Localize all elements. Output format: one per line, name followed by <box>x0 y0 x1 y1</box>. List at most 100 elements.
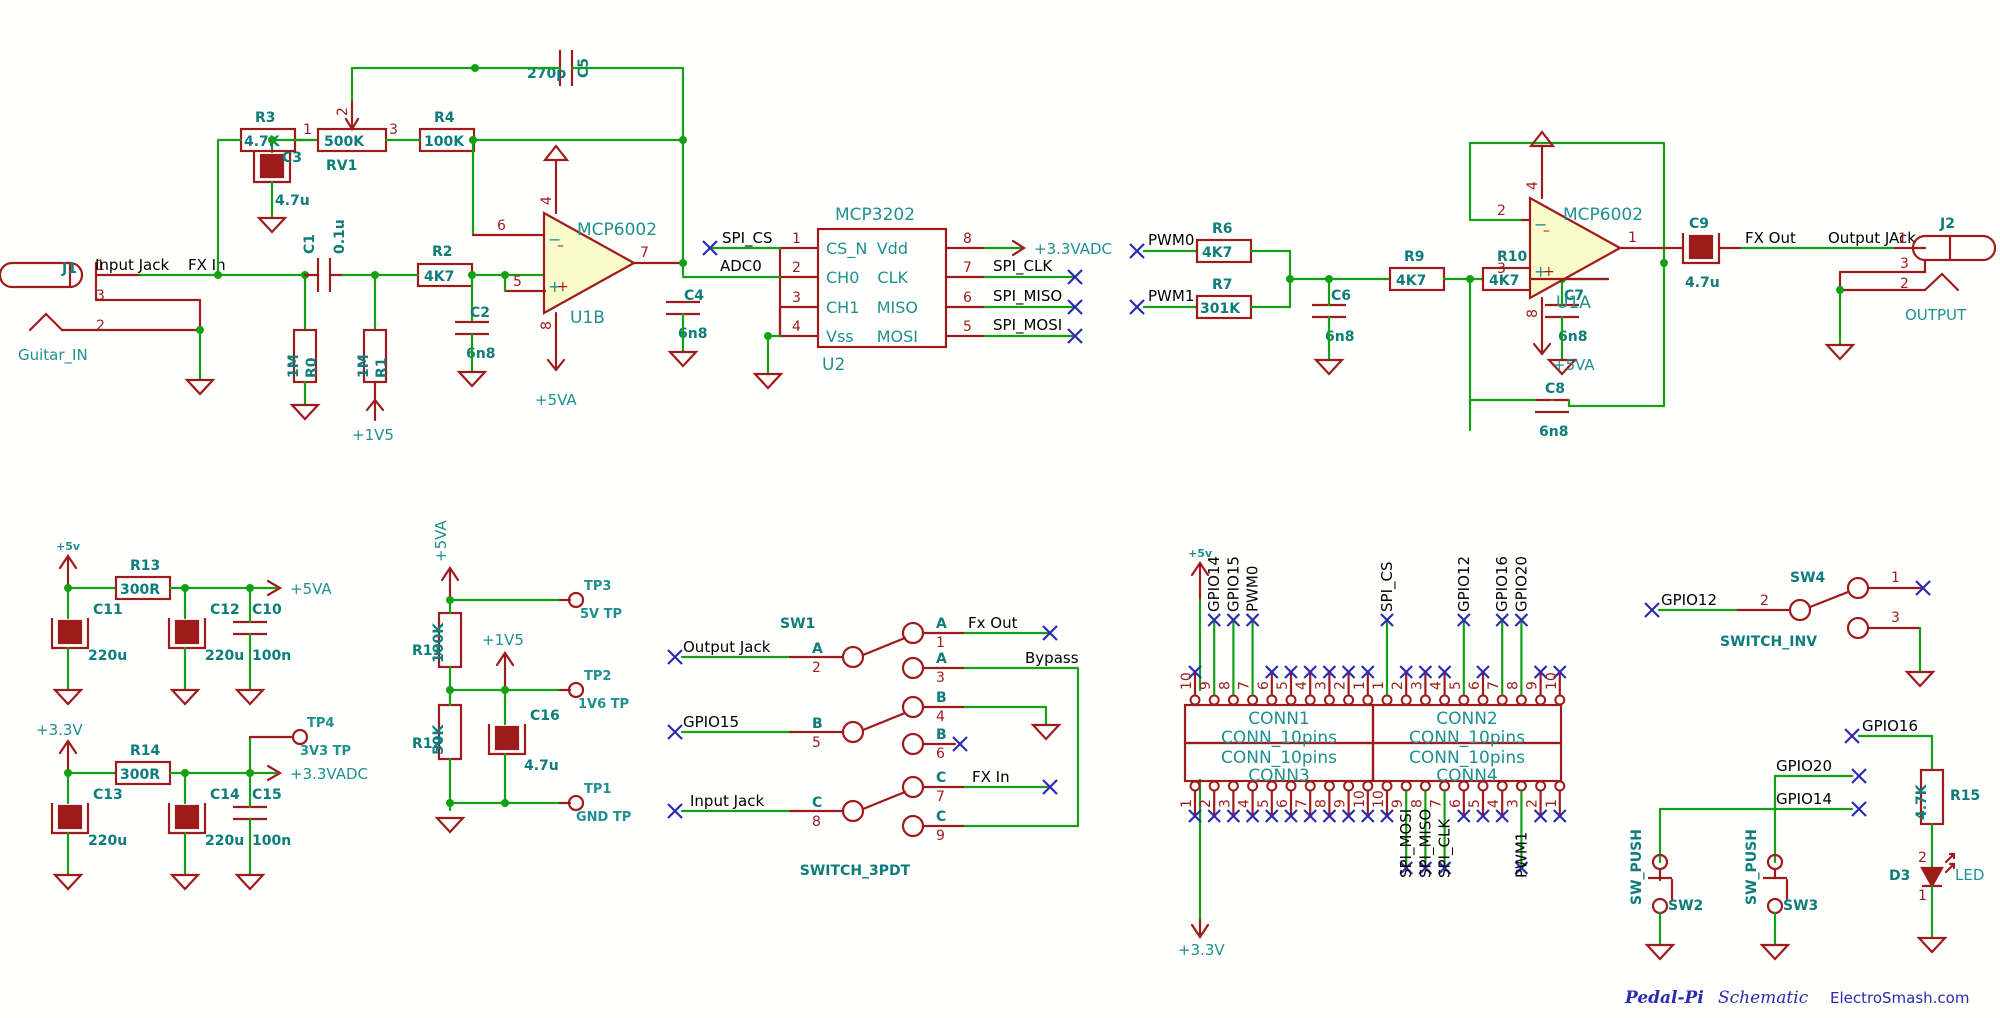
conn-pin-top[interactable] <box>1496 694 1508 706</box>
conn-pin-top[interactable] <box>1227 694 1239 706</box>
conn-pin-bottom[interactable] <box>1419 780 1431 792</box>
sw1-pole-b: B <box>812 716 823 732</box>
invert-switch-group[interactable]: GPIO12 2 SW4 SWITCH_INV 1 3 <box>1644 570 1935 688</box>
conn-pin-bottom[interactable] <box>1189 780 1201 792</box>
sw1-terminal-5[interactable] <box>841 720 865 744</box>
gnd-symbol-sw3 <box>1760 943 1790 961</box>
sw1-out-pole-b4: B <box>936 690 947 706</box>
conn-pin-number-bottom: 8 <box>1409 799 1425 808</box>
conn-pin-number-top: 9 <box>1198 681 1214 690</box>
testpoint-tp3[interactable]: TP3 5V TP <box>558 579 622 622</box>
conn-pin-top[interactable] <box>1362 694 1374 706</box>
u1b-in-marker-b: + <box>557 279 569 295</box>
sw1-terminal-9[interactable] <box>901 814 925 838</box>
conn-pin-top[interactable] <box>1477 694 1489 706</box>
conn-pin-bottom[interactable] <box>1227 780 1239 792</box>
conn-pin-top[interactable] <box>1554 694 1566 706</box>
conn-pin-bottom[interactable] <box>1208 780 1220 792</box>
u2-pinname-clk: CLK <box>877 268 908 287</box>
conn-pin-top[interactable] <box>1400 694 1412 706</box>
gnd-symbol-d3 <box>1917 936 1947 954</box>
sw1-out-pole-c9: C <box>936 809 946 825</box>
conn-pin-bottom[interactable] <box>1323 780 1335 792</box>
u2-pin-5: 5 <box>963 319 972 335</box>
u1a-part: MCP6002 <box>1563 205 1643 225</box>
conn-pin-bottom[interactable] <box>1381 780 1393 792</box>
conn-pin-number-top: 6 <box>1256 681 1272 690</box>
conn-pin-top[interactable] <box>1458 694 1470 706</box>
conn-pin-top[interactable] <box>1439 694 1451 706</box>
sw1-terminal-1[interactable] <box>901 621 925 645</box>
sw1-terminal-6[interactable] <box>901 732 925 756</box>
conn-pin-top[interactable] <box>1208 694 1220 706</box>
sw1-terminal-7[interactable] <box>901 775 925 799</box>
potentiometer-rv1[interactable]: 500K RV1 2 1 3 <box>303 98 398 174</box>
conn-pin-number-bottom: 2 <box>1198 799 1214 808</box>
testpoint-tp2[interactable]: TP2 1V6 TP <box>558 669 629 712</box>
sw4-terminal-2[interactable] <box>1788 598 1812 622</box>
sw2-terminal-bot[interactable] <box>1651 897 1669 915</box>
conn-pin-top[interactable] <box>1535 694 1547 706</box>
conn-pin-top[interactable] <box>1285 694 1297 706</box>
u1a-pin-2: 2 <box>1497 203 1506 219</box>
tp4-circle[interactable] <box>291 728 309 746</box>
capacitor-c4: C4 6n8 <box>666 288 707 342</box>
u1b-pin-4: 4 <box>539 196 555 205</box>
u2-pinname-miso: MISO <box>877 298 918 317</box>
conn-pin-top[interactable] <box>1189 694 1201 706</box>
conn-pin-top[interactable] <box>1381 694 1393 706</box>
c13-value: 220u <box>88 833 127 849</box>
conn-pin-top[interactable] <box>1266 694 1278 706</box>
resistor-r3: R3 4.7K <box>239 110 297 153</box>
pushbutton-sw2[interactable]: SW_PUSH SW2 <box>1629 829 1703 915</box>
net-label-pwm0: PWM0 <box>1148 231 1194 249</box>
c8-value: 6n8 <box>1539 424 1568 440</box>
j2-pin-2: 2 <box>1900 276 1909 292</box>
conn-pin-number-top: 3 <box>1313 681 1329 690</box>
conn-pin-top[interactable] <box>1323 694 1335 706</box>
conn-pin-top[interactable] <box>1247 694 1259 706</box>
sw1-terminal-3[interactable] <box>901 656 925 680</box>
tp1-ref: TP1 <box>584 782 611 797</box>
c1-value: 0.1u <box>332 219 348 254</box>
sw1-terminal-4[interactable] <box>901 695 925 719</box>
sw1-out-pole-b6: B <box>936 727 947 743</box>
gnd-symbol-c4 <box>668 350 698 368</box>
footswitch-sw1-group[interactable]: SW1 SWITCH_3PDT Output Jack A 2 GPIO15 B… <box>667 614 1080 879</box>
c3-value: 4.7u <box>275 193 310 209</box>
conn-pin-bottom[interactable] <box>1515 780 1527 792</box>
r4-ref: R4 <box>434 110 455 126</box>
resistor-r9: R9 4K7 <box>1388 249 1446 292</box>
conn-pin-bottom[interactable] <box>1554 780 1566 792</box>
power-label-1v5: +1V5 <box>352 426 394 444</box>
sw3-terminal-bot[interactable] <box>1766 897 1784 915</box>
conn-pin-number-top: 1 <box>1371 681 1387 690</box>
junction <box>679 259 687 267</box>
conn-pin-bottom[interactable] <box>1496 780 1508 792</box>
conn-pin-bottom[interactable] <box>1400 780 1412 792</box>
power-label-5va-u1b: +5VA <box>535 391 577 409</box>
conn-pin-top[interactable] <box>1343 694 1355 706</box>
conn-pin-top[interactable] <box>1304 694 1316 706</box>
j1-pin-3: 3 <box>96 288 105 304</box>
pushbutton-sw3[interactable]: SW_PUSH SW3 <box>1744 829 1818 915</box>
sw4-ref: SW4 <box>1790 570 1826 586</box>
conn-pin-top[interactable] <box>1515 694 1527 706</box>
u1b-pin-8: 8 <box>539 321 555 330</box>
sw1-terminal-8[interactable] <box>841 799 865 823</box>
conn-pin-bottom[interactable] <box>1362 780 1374 792</box>
bias-divider-group: +5VA TP3 5V TP 100K R11 +1V5 TP2 1V6 TP <box>412 520 631 834</box>
conn-pin-bottom[interactable] <box>1304 780 1316 792</box>
conn-pin-top[interactable] <box>1419 694 1431 706</box>
conn-pin-bottom[interactable] <box>1343 780 1355 792</box>
sw1-ref: SW1 <box>780 616 815 632</box>
led-d3: D3 LED 2 1 <box>1889 850 1984 904</box>
sw4-terminal-1[interactable] <box>1846 576 1870 600</box>
connector-block-group: +5v +3.3V CONN1 CONN_10pins CONN2 CONN_1… <box>1178 547 1567 959</box>
conn-pin-bottom[interactable] <box>1535 780 1547 792</box>
j2-pin-3: 3 <box>1900 256 1909 272</box>
conn1-part: CONN_10pins <box>1221 728 1337 748</box>
testpoint-tp1[interactable]: TP1 GND TP <box>558 782 631 825</box>
sw4-terminal-3[interactable] <box>1846 616 1870 640</box>
sw1-terminal-2[interactable] <box>841 645 865 669</box>
